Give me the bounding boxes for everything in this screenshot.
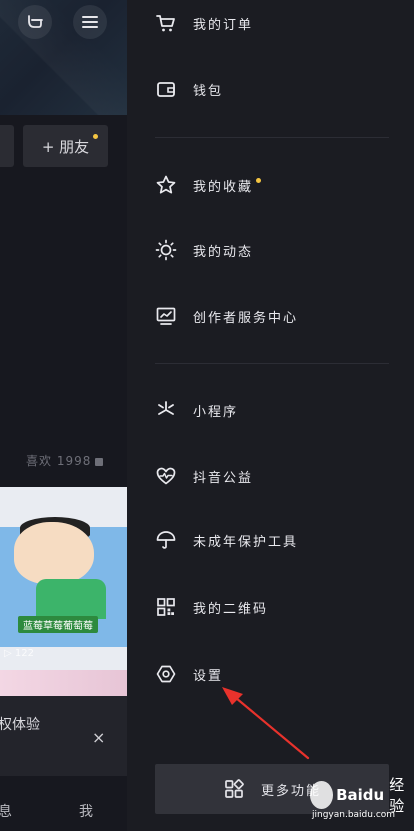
divider bbox=[155, 363, 389, 364]
menu-item-qrcode[interactable]: 我的二维码 bbox=[155, 587, 395, 627]
lock-icon bbox=[95, 457, 104, 466]
video-thumbnail[interactable]: 蓝莓草莓葡萄莓 ▷ 122 bbox=[0, 487, 127, 670]
menu-item-label: 抖音公益 bbox=[193, 470, 254, 486]
menu-item-activity[interactable]: 我的动态 bbox=[155, 230, 395, 270]
menu-item-charity[interactable]: 抖音公益 bbox=[155, 456, 395, 496]
grid-icon bbox=[223, 778, 245, 800]
hamburger-icon bbox=[81, 14, 99, 30]
wallet-icon bbox=[155, 78, 177, 100]
watermark-url: jingyan.baidu.com bbox=[312, 810, 396, 820]
menu-item-label: 未成年保护工具 bbox=[193, 534, 299, 550]
add-friend-button[interactable]: + 朋友 bbox=[23, 125, 108, 167]
likes-label: 喜欢 1998 bbox=[26, 454, 92, 468]
menu-item-mini-programs[interactable]: 小程序 bbox=[155, 390, 395, 430]
menu-item-label: 创作者服务中心 bbox=[193, 310, 299, 326]
close-icon[interactable]: × bbox=[92, 728, 105, 747]
video-thumbnail-2[interactable] bbox=[0, 670, 127, 696]
creator-chart-icon bbox=[155, 305, 177, 327]
mini-program-icon bbox=[155, 399, 177, 421]
menu-item-label: 小程序 bbox=[193, 404, 239, 420]
baidu-paw-logo bbox=[310, 781, 334, 809]
qrcode-icon bbox=[155, 596, 177, 618]
menu-item-orders[interactable]: 我的订单 bbox=[155, 3, 395, 43]
new-dot-badge bbox=[93, 134, 98, 139]
likes-tab[interactable]: 喜欢 1998 bbox=[26, 452, 104, 469]
add-friend-label: + 朋友 bbox=[41, 137, 90, 156]
menu-item-label: 我的收藏 bbox=[193, 179, 254, 195]
menu-item-favorites[interactable]: 我的收藏 bbox=[155, 165, 395, 205]
side-drawer: 我的订单 钱包 我的收藏 我的动态 创作者服务中心 小程序 抖音公益 未成年保护… bbox=[127, 0, 414, 831]
sun-icon bbox=[155, 239, 177, 261]
menu-item-wallet[interactable]: 钱包 bbox=[155, 69, 395, 109]
thumbnail-caption: 蓝莓草莓葡萄莓 bbox=[18, 616, 98, 633]
profile-page-background: + 朋友 喜欢 1998 蓝莓草莓葡萄莓 ▷ 122 权体验 × 息 我 bbox=[0, 0, 127, 831]
tab-message[interactable]: 息 bbox=[0, 801, 12, 821]
cart-icon bbox=[155, 12, 177, 34]
menu-button[interactable] bbox=[73, 5, 107, 39]
hand-pointer-icon bbox=[25, 12, 45, 32]
menu-item-label: 设置 bbox=[193, 668, 224, 684]
new-dot-badge bbox=[256, 177, 262, 183]
tab-me[interactable]: 我 bbox=[79, 801, 93, 821]
umbrella-icon bbox=[155, 529, 177, 551]
star-icon bbox=[155, 174, 177, 196]
menu-item-label: 我的二维码 bbox=[193, 601, 269, 617]
menu-item-label: 我的动态 bbox=[193, 244, 254, 260]
settings-hexagon-icon bbox=[155, 663, 177, 685]
watermark-brand: Baidu bbox=[336, 786, 385, 804]
thumbnail-views: ▷ 122 bbox=[4, 648, 34, 659]
notice-text: 权体验 bbox=[0, 717, 40, 733]
cartoon-face bbox=[14, 522, 94, 584]
menu-item-minor-protection[interactable]: 未成年保护工具 bbox=[155, 520, 395, 560]
menu-item-label: 我的订单 bbox=[193, 17, 254, 33]
menu-item-label: 钱包 bbox=[193, 83, 224, 99]
menu-item-creator-center[interactable]: 创作者服务中心 bbox=[155, 296, 395, 336]
edit-profile-button[interactable] bbox=[0, 125, 14, 167]
menu-item-settings[interactable]: 设置 bbox=[155, 654, 395, 694]
bottom-tab-bar: 息 我 bbox=[0, 776, 127, 831]
charity-heart-icon bbox=[155, 465, 177, 487]
notice-bar: 权体验 × bbox=[0, 696, 127, 776]
hand-pointer-button[interactable] bbox=[18, 5, 52, 39]
divider bbox=[155, 137, 389, 138]
